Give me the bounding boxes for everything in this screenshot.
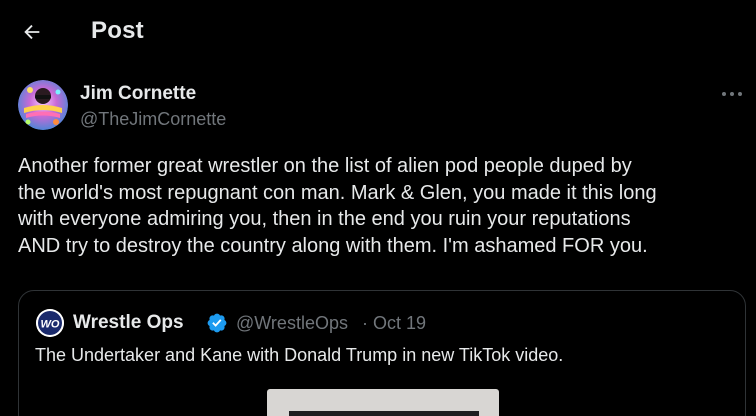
- author-handle[interactable]: @TheJimCornette: [80, 109, 226, 130]
- more-options-button[interactable]: [718, 84, 746, 104]
- quoted-post-text: The Undertaker and Kane with Donald Trum…: [35, 345, 564, 365]
- arrow-left-icon: [24, 24, 40, 40]
- verified-badge-icon: [207, 313, 227, 333]
- quoted-post-card[interactable]: WO Wrestle Ops @WrestleOps · Oct 19 The …: [18, 290, 746, 416]
- quoted-author-avatar-text: WO: [41, 319, 60, 331]
- author-avatar[interactable]: [18, 80, 68, 130]
- video-frame: [289, 411, 479, 416]
- page-title: Post: [91, 17, 144, 44]
- quoted-post-video-thumbnail[interactable]: [267, 389, 499, 416]
- quoted-separator: ·: [362, 313, 368, 333]
- post-text: Another former great wrestler on the lis…: [18, 155, 657, 257]
- back-button[interactable]: [14, 14, 50, 50]
- quoted-author-avatar[interactable]: WO: [36, 309, 64, 337]
- ellipsis-icon: [722, 92, 742, 96]
- header: Post: [0, 0, 756, 64]
- quoted-author-handle[interactable]: @WrestleOps: [236, 313, 348, 334]
- quoted-author-name[interactable]: Wrestle Ops: [73, 312, 184, 334]
- quoted-post-date[interactable]: Oct 19: [373, 313, 426, 334]
- wrestle-ops-logo-icon: WO: [36, 309, 64, 337]
- author-name[interactable]: Jim Cornette: [80, 83, 196, 105]
- profile-avatar: [18, 80, 68, 130]
- post-page: Post Jim Cornette @TheJimCornette Anothe…: [0, 0, 756, 416]
